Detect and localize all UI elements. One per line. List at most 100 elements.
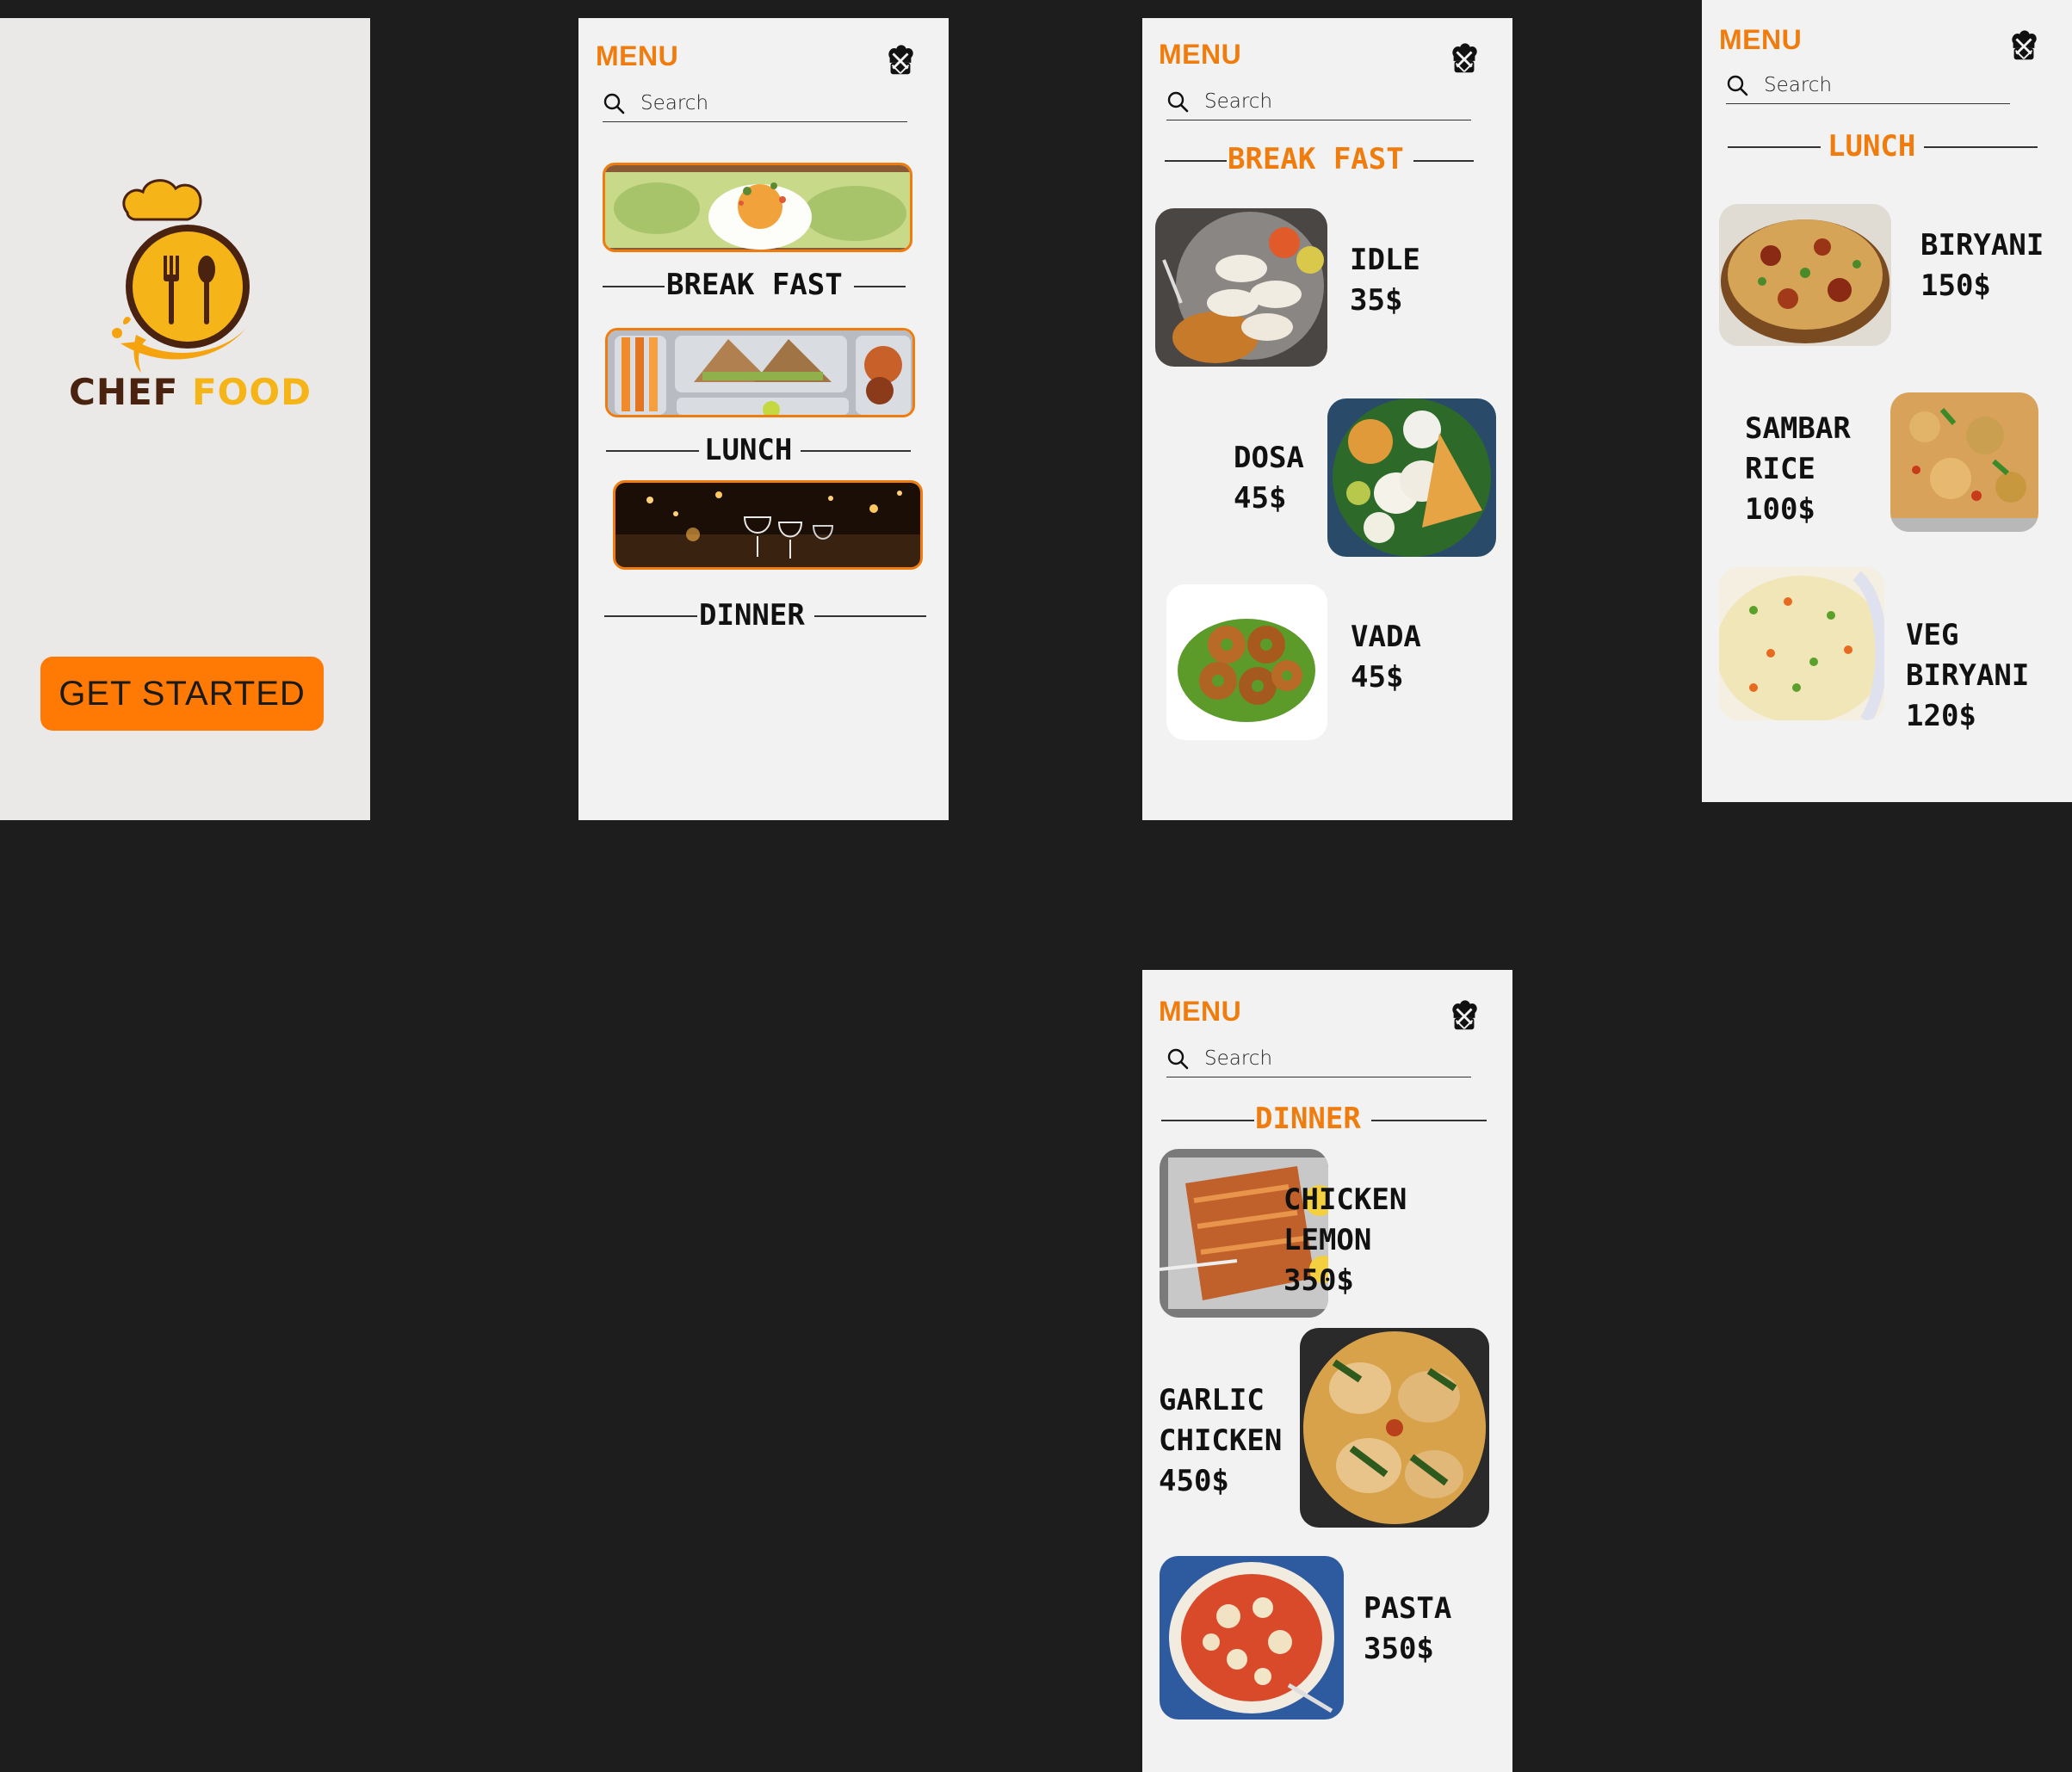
divider-right: [854, 286, 906, 287]
divider-right: [1371, 1120, 1487, 1121]
lunch-title: LUNCH: [1828, 129, 1916, 164]
menu-title: MENU: [1719, 24, 1803, 55]
avocado-toast-image: [605, 165, 910, 250]
item-price: 100$: [1745, 492, 1815, 527]
item-name: PASTA: [1364, 1591, 1452, 1626]
item-price: 350$: [1364, 1632, 1434, 1666]
chef-hat-icon[interactable]: [1447, 40, 1481, 77]
item-name: IDLE: [1350, 243, 1420, 277]
search-input[interactable]: Search: [640, 92, 708, 114]
divider-left: [604, 615, 697, 617]
item-price: 45$: [1234, 481, 1287, 516]
dinner-table-image: [615, 483, 920, 567]
item-name: GARLIC: [1159, 1383, 1265, 1417]
pasta-info: PASTA 350$: [1364, 1589, 1451, 1670]
logo-wordmark: CHEF FOOD: [69, 371, 312, 413]
biryani-plate-image: [1719, 204, 1891, 346]
biryani-info: BIRYANI 150$: [1920, 225, 2044, 306]
search-icon: [1727, 75, 1748, 96]
vada-info: VADA 45$: [1351, 617, 1421, 698]
item-price: 450$: [1159, 1464, 1229, 1498]
divider-left: [1165, 160, 1227, 162]
search-bar[interactable]: Search: [1726, 69, 2010, 104]
search-input[interactable]: Search: [1204, 1047, 1272, 1070]
idle-info: IDLE 35$: [1350, 240, 1420, 321]
divider-left: [1161, 1120, 1254, 1121]
section-dinner-label[interactable]: DINNER: [699, 598, 805, 633]
menu-title: MENU: [1159, 39, 1242, 70]
divider-left: [1728, 146, 1821, 148]
divider-right: [801, 450, 911, 452]
garlic-chicken-info: GARLIC CHICKEN 450$: [1159, 1380, 1282, 1502]
section-lunch-label[interactable]: LUNCH: [704, 433, 792, 467]
veg-biryani-info: VEG BIRYANI 120$: [1906, 615, 2029, 737]
search-bar[interactable]: Search: [603, 87, 907, 122]
item-name: BIRYANI: [1920, 228, 2044, 262]
divider-right: [814, 615, 926, 617]
item-price: 35$: [1350, 283, 1403, 318]
dosa-plate-image: [1327, 398, 1496, 557]
breakfast-screen: MENU Search BREAK FAST IDLE 35$ DOSA 45$: [1142, 18, 1512, 820]
breakfast-banner[interactable]: [603, 163, 912, 252]
menu-title: MENU: [1159, 996, 1242, 1027]
search-input[interactable]: Search: [1764, 74, 1832, 96]
lunch-tray-image: [608, 330, 912, 415]
sambar-rice-info: SAMBAR RICE 100$: [1745, 409, 1851, 530]
dinner-banner[interactable]: [613, 480, 923, 570]
item-name: VADA: [1351, 620, 1421, 654]
divider-right: [1413, 160, 1474, 162]
veg-biryani-image[interactable]: [1719, 567, 1884, 720]
dinner-title: DINNER: [1255, 1102, 1361, 1136]
sambar-rice-bowl-image: [1890, 392, 2038, 532]
search-bar[interactable]: Search: [1166, 85, 1471, 120]
dosa-image[interactable]: [1327, 398, 1496, 557]
idli-plate-image: [1155, 208, 1327, 367]
search-input[interactable]: Search: [1204, 90, 1272, 113]
menu-screen: MENU Search BREAK FAST LUNCH DINNER: [578, 18, 949, 820]
dinner-screen: MENU Search DINNER CHICKEN LEMON 350$ GA…: [1142, 970, 1512, 1772]
section-breakfast-label[interactable]: BREAK FAST: [666, 268, 843, 302]
item-name-line2: CHICKEN: [1159, 1423, 1283, 1458]
breakfast-title: BREAK FAST: [1228, 142, 1404, 176]
lunch-screen: MENU Search LUNCH BIRYANI 150$ SAMBAR RI…: [1702, 0, 2072, 802]
item-name: SAMBAR: [1745, 411, 1851, 446]
garlic-chicken-image[interactable]: [1300, 1328, 1489, 1528]
sambar-rice-image[interactable]: [1890, 392, 2038, 532]
search-icon: [1167, 91, 1189, 113]
chef-hat-icon[interactable]: [2007, 28, 2041, 64]
logo-hat: [122, 179, 202, 221]
divider-left: [603, 286, 665, 287]
item-name: DOSA: [1234, 441, 1304, 475]
logo-word-food: FOOD: [191, 371, 312, 413]
garlic-chicken-pan-image: [1300, 1328, 1489, 1528]
pasta-dish-image: [1160, 1556, 1344, 1720]
search-icon: [603, 93, 625, 114]
pasta-image[interactable]: [1160, 1556, 1344, 1720]
get-started-button[interactable]: GET STARTED: [40, 657, 324, 731]
item-price: 120$: [1906, 699, 1976, 733]
chef-food-logo: [112, 179, 251, 373]
item-price: 150$: [1920, 269, 1991, 303]
item-name-line2: LEMON: [1283, 1223, 1372, 1257]
veg-biryani-bowl-image: [1719, 567, 1884, 720]
dosa-info: DOSA 45$: [1234, 438, 1304, 519]
idle-image[interactable]: [1155, 208, 1327, 367]
search-bar[interactable]: Search: [1166, 1042, 1471, 1077]
vada-image[interactable]: [1166, 584, 1327, 740]
biryani-image[interactable]: [1719, 204, 1891, 346]
item-name: CHICKEN: [1283, 1182, 1407, 1217]
vada-plate-image: [1166, 584, 1327, 740]
chicken-lemon-info: CHICKEN LEMON 350$: [1283, 1180, 1407, 1301]
divider-right: [1924, 146, 2038, 148]
item-name-line2: BIRYANI: [1906, 658, 2030, 693]
item-price: 350$: [1283, 1263, 1354, 1298]
lunch-banner[interactable]: [605, 328, 915, 417]
splash-screen: CHEF FOOD GET STARTED: [0, 18, 370, 820]
item-name-line2: RICE: [1745, 452, 1815, 486]
chef-hat-icon[interactable]: [1447, 997, 1481, 1034]
divider-left: [606, 450, 699, 452]
chef-hat-icon[interactable]: [883, 42, 918, 78]
logo-word-chef: CHEF: [69, 371, 179, 413]
item-name: VEG: [1906, 618, 1959, 652]
menu-title: MENU: [596, 40, 679, 71]
